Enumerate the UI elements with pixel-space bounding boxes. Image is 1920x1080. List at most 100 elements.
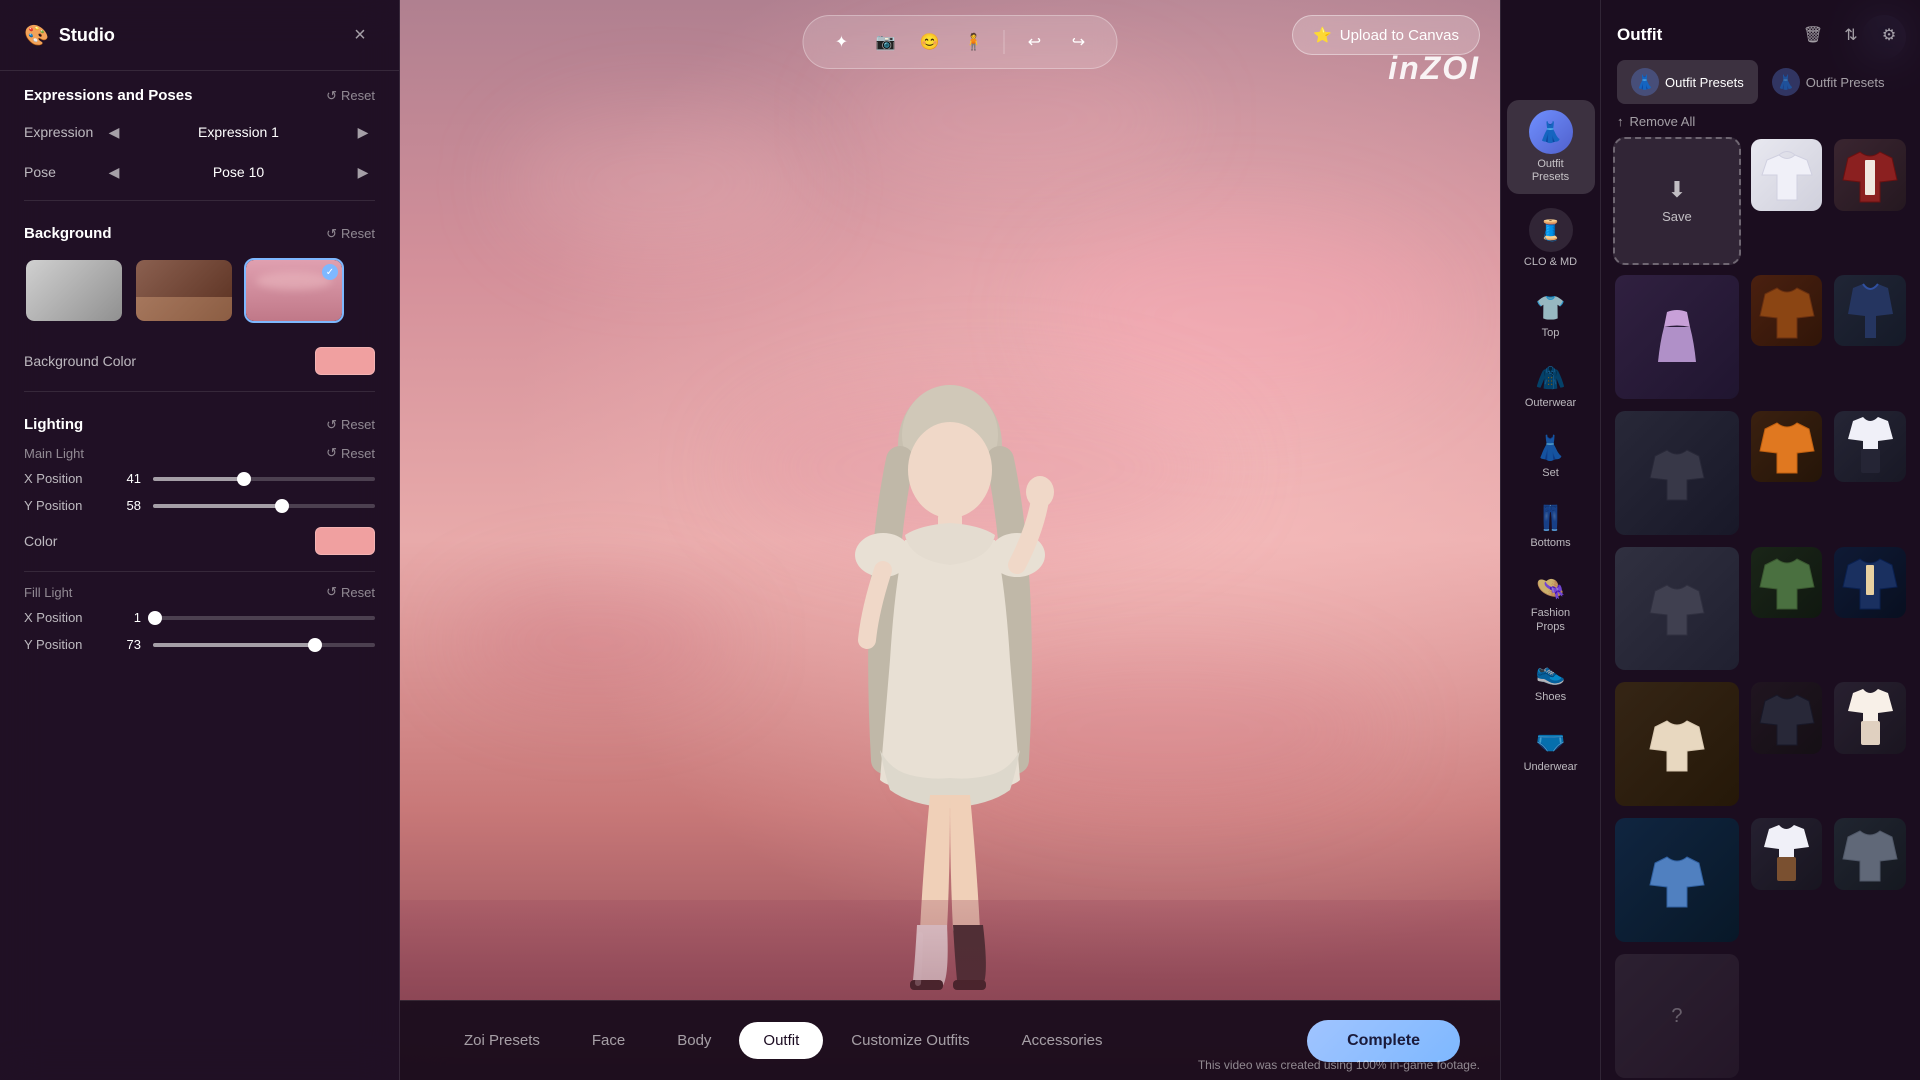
outfit-item-8[interactable]: [1832, 409, 1908, 485]
outfit-item-4-bg: [1751, 275, 1823, 347]
remove-all-button[interactable]: ↑ Remove All: [1601, 114, 1920, 137]
fill-x-slider[interactable]: [153, 616, 375, 620]
outfit-item-12[interactable]: [1613, 680, 1741, 808]
outfit-item-5[interactable]: [1832, 273, 1908, 349]
category-outfit-presets[interactable]: 👗 OutfitPresets: [1507, 100, 1595, 194]
reset-icon: ↺: [326, 88, 337, 104]
preset-tab-2-icon: 👗: [1772, 68, 1800, 96]
outfit-item-16-bg: [1751, 818, 1823, 890]
outfit-item-11[interactable]: [1832, 545, 1908, 621]
inzoi-logo: inZOI: [1388, 50, 1480, 87]
y-position-slider[interactable]: [153, 504, 375, 508]
preset-tab-1-label: Outfit Presets: [1665, 75, 1744, 90]
save-icon: ⬇: [1668, 177, 1686, 203]
main-light-reset[interactable]: ↺ Reset: [326, 445, 375, 461]
main-light-color-row: Color: [0, 519, 399, 563]
tab-accessories[interactable]: Accessories: [998, 1022, 1127, 1059]
redo-button[interactable]: ↪: [1061, 24, 1097, 60]
outfit-item-14[interactable]: [1832, 680, 1908, 756]
delete-button[interactable]: 🗑: [1798, 20, 1828, 50]
x-position-slider[interactable]: [153, 477, 375, 481]
filter-button[interactable]: ⚙: [1874, 20, 1904, 50]
main-light-color-swatch[interactable]: [315, 527, 375, 555]
outfit-item-10[interactable]: [1749, 545, 1825, 621]
lighting-section: Lighting ↺ Reset: [0, 400, 399, 441]
x-position-row: X Position 41: [0, 465, 399, 492]
tab-face[interactable]: Face: [568, 1022, 649, 1059]
outfit-item-9[interactable]: [1613, 545, 1741, 673]
outfit-presets-icon: 👗: [1529, 110, 1573, 154]
fill-x-thumb[interactable]: [148, 611, 162, 625]
outfit-item-2[interactable]: [1832, 137, 1908, 213]
sort-button[interactable]: ⇅: [1836, 20, 1866, 50]
body-button[interactable]: 🧍: [956, 24, 992, 60]
y-position-thumb[interactable]: [275, 499, 289, 513]
category-fashion-props[interactable]: 👒 FashionProps: [1507, 564, 1595, 643]
pose-prev[interactable]: ◀: [102, 160, 126, 184]
outfit-item-17-bg: [1834, 818, 1906, 890]
outfit-item-13[interactable]: [1749, 680, 1825, 756]
category-underwear[interactable]: 🩲 Underwear: [1507, 718, 1595, 784]
fill-light-title: Fill Light: [24, 585, 72, 600]
category-bottoms[interactable]: 👖 Bottoms: [1507, 494, 1595, 560]
category-shoes[interactable]: 👟 Shoes: [1507, 648, 1595, 714]
camera-button[interactable]: 📷: [868, 24, 904, 60]
background-thumbnails: ✓: [0, 250, 399, 339]
category-top[interactable]: 👕 Top: [1507, 284, 1595, 350]
category-set[interactable]: 👗 Set: [1507, 424, 1595, 490]
bg-thumb-room[interactable]: [134, 258, 234, 323]
expressions-poses-section: Expressions and Poses ↺ Reset: [0, 71, 399, 112]
fill-y-slider[interactable]: [153, 643, 375, 647]
outfit-item-17[interactable]: [1832, 816, 1908, 892]
outfit-item-4[interactable]: [1749, 273, 1825, 349]
complete-button[interactable]: Complete: [1307, 1020, 1460, 1062]
background-color-swatch[interactable]: [315, 347, 375, 375]
reset-icon-main: ↺: [326, 445, 337, 461]
close-button[interactable]: ×: [345, 20, 375, 50]
outfit-item-3-bg: [1615, 275, 1739, 399]
x-position-label: X Position: [24, 471, 104, 486]
expression-next[interactable]: ▶: [351, 120, 375, 144]
expressions-poses-reset[interactable]: ↺ Reset: [326, 88, 375, 104]
category-clo-md[interactable]: 🧵 CLO & MD: [1507, 198, 1595, 279]
preset-tab-2[interactable]: 👗 Outfit Presets: [1758, 60, 1899, 104]
upload-to-canvas-button[interactable]: ⭐ Upload to Canvas: [1292, 15, 1480, 55]
outfit-item-3[interactable]: [1613, 273, 1741, 401]
bg-thumb-room-inner: [136, 260, 232, 321]
outfit-item-7[interactable]: [1749, 409, 1825, 485]
outfit-actions: 🗑 ⇅ ⚙: [1798, 20, 1904, 50]
preset-tab-1[interactable]: 👗 Outfit Presets: [1617, 60, 1758, 104]
x-position-thumb[interactable]: [237, 472, 251, 486]
tab-customize-outfits[interactable]: Customize Outfits: [827, 1022, 993, 1059]
main-canvas: [400, 0, 1500, 1080]
tab-outfit[interactable]: Outfit: [739, 1022, 823, 1059]
expression-prev[interactable]: ◀: [102, 120, 126, 144]
undo-button[interactable]: ↩: [1017, 24, 1053, 60]
outfit-save-button[interactable]: ⬇ Save: [1613, 137, 1741, 265]
bg-thumb-grey[interactable]: [24, 258, 124, 323]
outfit-title: Outfit: [1617, 25, 1662, 45]
y-position-value: 58: [116, 498, 141, 513]
pose-row: Pose ◀ Pose 10 ▶: [0, 152, 399, 192]
tab-body[interactable]: Body: [653, 1022, 735, 1059]
outfit-item-16[interactable]: [1749, 816, 1825, 892]
clo-md-label: CLO & MD: [1524, 256, 1577, 269]
pose-next[interactable]: ▶: [351, 160, 375, 184]
top-icon: 👕: [1536, 294, 1566, 323]
outfit-item-1[interactable]: [1749, 137, 1825, 213]
lighting-reset[interactable]: ↺ Reset: [326, 417, 375, 433]
tab-zoi-presets[interactable]: Zoi Presets: [440, 1022, 564, 1059]
outfit-item-6[interactable]: [1613, 409, 1741, 537]
outfit-item-15-bg: [1615, 818, 1739, 942]
face-button[interactable]: 😊: [912, 24, 948, 60]
reset-icon-bg: ↺: [326, 226, 337, 242]
outfit-item-18[interactable]: ?: [1613, 952, 1741, 1080]
background-reset[interactable]: ↺ Reset: [326, 226, 375, 242]
category-outerwear[interactable]: 🧥 Outerwear: [1507, 354, 1595, 420]
transform-button[interactable]: ✦: [824, 24, 860, 60]
fill-y-thumb[interactable]: [308, 638, 322, 652]
bg-thumb-pink-sky[interactable]: ✓: [244, 258, 344, 323]
main-light-header: Main Light ↺ Reset: [0, 441, 399, 465]
outfit-item-15[interactable]: [1613, 816, 1741, 944]
fill-light-reset[interactable]: ↺ Reset: [326, 584, 375, 600]
